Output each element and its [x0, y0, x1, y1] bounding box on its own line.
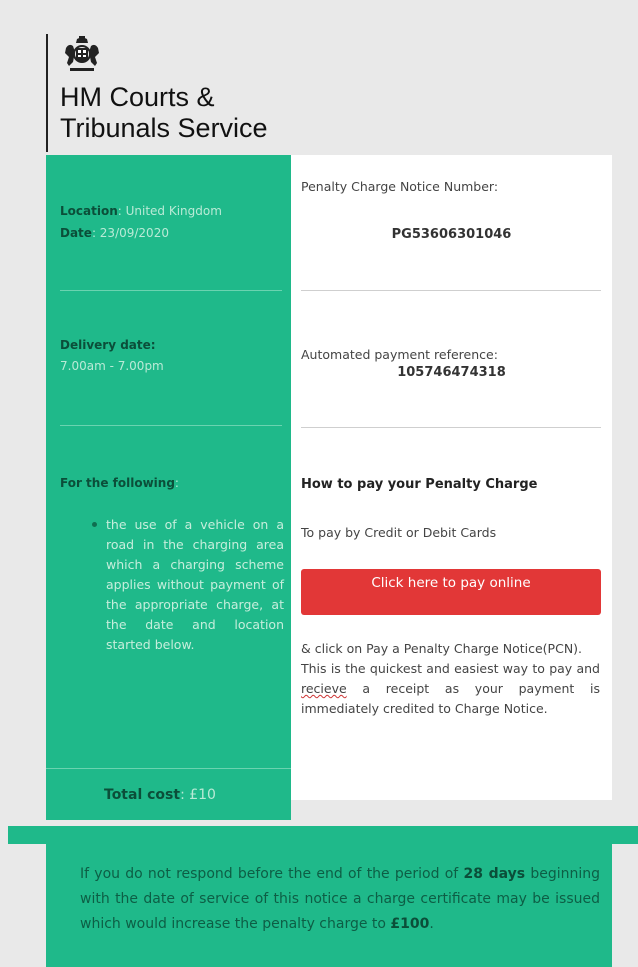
delivery-value: 7.00am - 7.00pm [60, 359, 164, 373]
apr-label: Automated payment reference: [301, 347, 498, 362]
apr-number: 105746474318 [397, 365, 506, 380]
right-payment-column: Penalty Charge Notice Number: PG53606301… [291, 155, 612, 800]
charge-reason-list: the use of a vehicle on a road in the ch… [86, 515, 284, 655]
warning-amount: £100 [390, 916, 430, 932]
pay-online-button[interactable]: Click here to pay online [301, 569, 601, 615]
date-label: Date [60, 226, 92, 240]
location-row: Location: United Kingdom [60, 201, 281, 221]
pcn-number: PG53606301046 [391, 227, 512, 242]
date-value: : 23/09/2020 [91, 226, 169, 240]
royal-coat-of-arms-icon [65, 36, 99, 71]
list-item: the use of a vehicle on a road in the ch… [86, 515, 284, 655]
warning-text: If you do not respond before the end of … [80, 862, 600, 937]
delivery-row: Delivery date: [60, 335, 281, 355]
hmcts-logo: HM Courts & Tribunals Service [46, 34, 268, 152]
following-label: For the following [60, 476, 175, 490]
divider [301, 427, 601, 428]
total-cost-label: Total cost [104, 787, 181, 803]
misspelt-word: recieve [301, 681, 347, 696]
left-details-column: Location: United Kingdom Date: 23/09/202… [46, 155, 291, 820]
divider [46, 768, 291, 769]
pcn-label: Penalty Charge Notice Number: [301, 179, 499, 194]
warning-text-c: . [429, 916, 434, 932]
divider [60, 290, 282, 291]
following-colon: : [174, 476, 179, 490]
location-value: : United Kingdom [117, 204, 222, 218]
total-cost: Total cost: £10 [104, 787, 216, 803]
date-row: Date: 23/09/2020 [60, 223, 281, 243]
how-to-pay-title: How to pay your Penalty Charge [301, 477, 538, 492]
location-label: Location [60, 204, 118, 218]
brand-title-line2: Tribunals Service [60, 113, 268, 143]
warning-box: If you do not respond before the end of … [46, 844, 612, 967]
delivery-label: Delivery date: [60, 338, 156, 352]
divider [60, 425, 282, 426]
total-cost-value: : £10 [180, 787, 216, 803]
email-page: HM Courts & Tribunals Service Location: … [0, 0, 638, 967]
warning-text-a: If you do not respond before the end of … [80, 866, 464, 882]
warning-days: 28 days [463, 866, 526, 882]
brand-title: HM Courts & Tribunals Service [60, 82, 268, 144]
instruction-line2a: This is the quickest and easiest way to … [301, 661, 600, 676]
instruction-line2b: a receipt as your payment is immediately… [301, 681, 600, 716]
brand-title-line1: HM Courts & [60, 82, 215, 112]
divider [301, 290, 601, 291]
pay-method-text: To pay by Credit or Debit Cards [301, 525, 497, 540]
following-row: For the following: [60, 473, 281, 493]
instruction-text: & click on Pay a Penalty Charge Notice(P… [301, 639, 600, 719]
instruction-line1: & click on Pay a Penalty Charge Notice(P… [301, 641, 583, 656]
delivery-value-row: 7.00am - 7.00pm [60, 356, 281, 376]
green-band [8, 826, 638, 844]
